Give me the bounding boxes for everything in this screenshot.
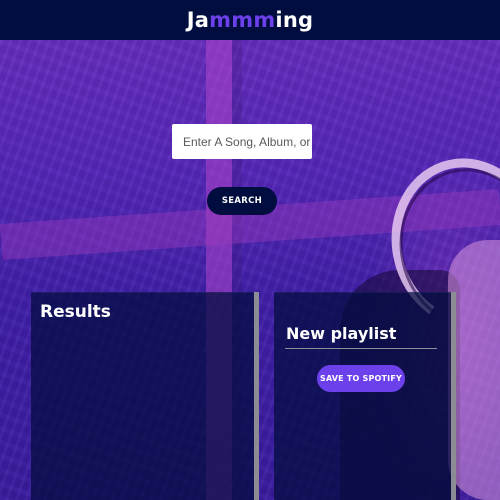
search-input[interactable] <box>172 124 312 159</box>
top-bar: Jammming <box>0 0 500 40</box>
logo-accent: mmm <box>209 8 276 32</box>
logo-prefix: Ja <box>186 8 210 32</box>
app-logo: Jammming <box>187 8 313 32</box>
results-title: Results <box>40 302 111 322</box>
playlist-name-input[interactable]: New playlist <box>286 324 396 343</box>
save-to-spotify-button[interactable]: SAVE TO SPOTIFY <box>317 365 405 392</box>
logo-suffix: ing <box>275 8 314 32</box>
playlist-name-underline <box>285 348 437 349</box>
search-button[interactable]: SEARCH <box>207 187 277 215</box>
results-panel: Results <box>31 292 259 500</box>
playlist-panel: New playlist SAVE TO SPOTIFY <box>274 292 456 500</box>
